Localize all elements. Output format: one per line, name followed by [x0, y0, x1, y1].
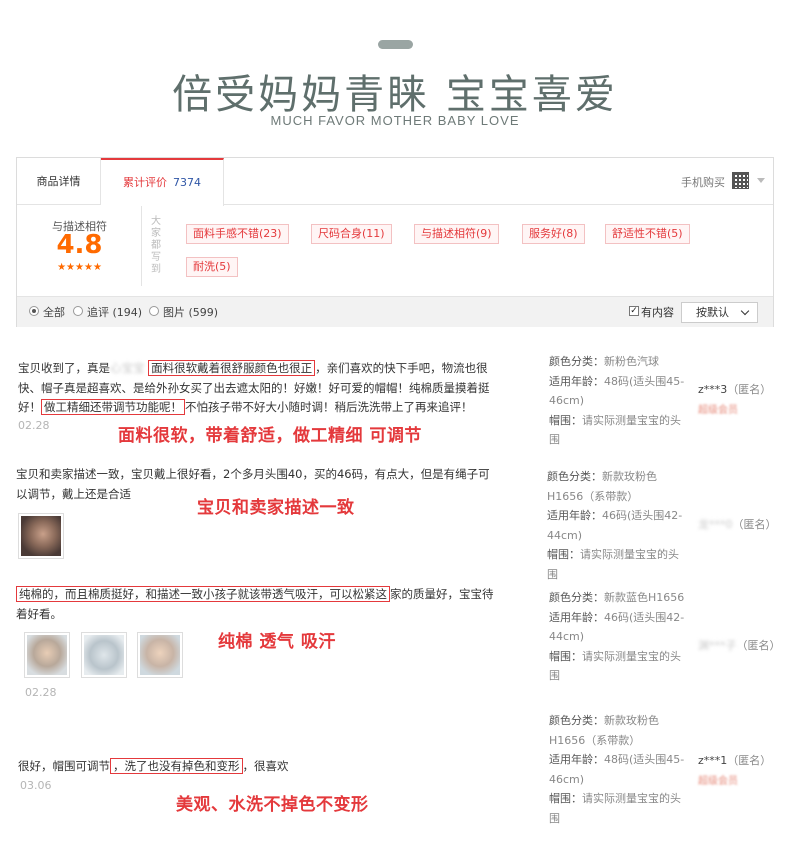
tab-reviews-count: 7374	[173, 176, 201, 189]
rating-summary: 与描述相符 4.8 ★★★★★	[17, 206, 142, 286]
tab-reviews-label: 累计评价	[123, 176, 167, 189]
hero-title: 倍受妈妈青睐 宝宝喜爱	[172, 72, 618, 118]
review-1-line-3: 好！ 做工精细还带调节功能呢！ 不怕孩子带不好大小随时调！稍后洗洗带上了再来追评！	[18, 399, 473, 415]
review-1-user: z***3（匿名）	[698, 383, 772, 396]
review-3-line-2: 着好看。	[16, 606, 62, 621]
radio-all[interactable]	[29, 306, 39, 316]
tag-fabric[interactable]: 面料手感不错(23)	[186, 224, 289, 244]
highlight-box: ，洗了也没有掉色和变形	[110, 758, 243, 774]
review-1-line-2: 快、帽子真是超喜欢、是给外孙女买了出去遮太阳的！好嫩！好可爱的帽帽！纯棉质量摸着…	[18, 380, 490, 395]
review-1-meta: 颜色分类：新粉色汽球 适用年龄：48码(适头围45-46cm) 帽围：请实际测量…	[549, 355, 685, 446]
review-4-text: 很好，帽围可调节 ，洗了也没有掉色和变形 ，很喜欢	[18, 757, 528, 777]
tab-product-details[interactable]: 商品详情	[17, 158, 101, 205]
has-content-checkbox[interactable]: ✓	[629, 306, 639, 316]
review-4-callout: 美观、水洗不掉色不变形	[176, 795, 369, 815]
radio-all-label: 全部	[43, 306, 65, 319]
review-2-meta: 颜色分类：新款玫粉色H1656（系带款） 适用年龄：46码(适头围42-44cm…	[547, 470, 683, 581]
blurred-username: 心宝宝	[110, 361, 145, 375]
review-4-meta: 颜色分类：新款玫粉色H1656（系带款） 适用年龄：48码(适头围45-46cm…	[549, 714, 685, 825]
has-content-label: 有内容	[641, 306, 674, 319]
sort-dropdown[interactable]: 按默认	[681, 302, 758, 323]
tab-bar: 商品详情 累计评价 7374 手机购买	[17, 158, 773, 206]
tag-service[interactable]: 服务好(8)	[522, 224, 585, 244]
review-4-line-1: 很好，帽围可调节 ，洗了也没有掉色和变形 ，很喜欢	[18, 758, 289, 774]
review-2-user: 龙***0（匿名）	[698, 518, 777, 531]
tag-size[interactable]: 尺码合身(11)	[311, 224, 392, 244]
tag-comfort[interactable]: 舒适性不错(5)	[605, 224, 690, 244]
review-1-callout: 面料很软，带着舒适，做工精细 可调节	[118, 426, 422, 446]
mobile-buy-link[interactable]: 手机购买	[681, 174, 725, 190]
highlight-box: 面料很软戴着很舒服颜色也很正	[148, 360, 316, 376]
sort-dropdown-label: 按默认	[696, 306, 729, 319]
review-1-line-1: 宝贝收到了，真是心宝宝 面料很软戴着很舒服颜色也很正 ，亲们喜欢的快下手吧，物流也…	[18, 360, 488, 376]
review-2-photo[interactable]	[18, 513, 64, 559]
tag-washable[interactable]: 耐洗(5)	[186, 257, 238, 277]
radio-followup-label: 追评 (194)	[87, 306, 143, 319]
tab-reviews[interactable]: 累计评价 7374	[101, 158, 224, 206]
tags-heading: 大家都写到	[151, 216, 161, 275]
review-2-callout: 宝贝和卖家描述一致	[197, 498, 355, 518]
review-3-text: 纯棉的，而且棉质挺好，和描述一致小孩子就该带透气吸汗，可以松紧这 家的质量好，宝宝…	[16, 585, 528, 624]
review-3-callout: 纯棉 透气 吸汗	[218, 632, 336, 652]
radio-images[interactable]	[149, 306, 159, 316]
decorative-pill	[378, 40, 413, 49]
review-4-vip-badge: 超级会员	[698, 776, 738, 787]
review-3-photo-3[interactable]	[137, 632, 183, 678]
review-3-date: 02.28	[25, 686, 57, 699]
radio-images-label: 图片 (599)	[163, 306, 219, 319]
tag-as-described[interactable]: 与描述相符(9)	[414, 224, 499, 244]
review-1-date: 02.28	[18, 419, 50, 432]
review-3-user: 渊***子（匿名）	[698, 639, 781, 652]
highlight-box: 纯棉的，而且棉质挺好，和描述一致小孩子就该带透气吸汗，可以松紧这	[16, 586, 390, 602]
review-2-line-1: 宝贝和卖家描述一致，宝贝戴上很好看，2个多月头围40，买的46码，有点大，但是有…	[16, 467, 490, 481]
radio-followup[interactable]	[73, 306, 83, 316]
review-4-user: z***1（匿名）	[698, 754, 772, 767]
caret-down-icon[interactable]	[757, 178, 765, 183]
chevron-down-icon	[740, 306, 750, 316]
review-4-date: 03.06	[20, 779, 52, 792]
review-1-vip-badge: 超级会员	[698, 405, 738, 416]
highlight-box: 做工精细还带调节功能呢！	[41, 399, 185, 415]
review-3-line-1: 纯棉的，而且棉质挺好，和描述一致小孩子就该带透气吸汗，可以松紧这 家的质量好，宝宝…	[16, 585, 528, 605]
review-3-photo-2[interactable]	[81, 632, 127, 678]
review-panel: 商品详情 累计评价 7374 手机购买 与描述相符 4.8 ★★★★★ 大家都写到…	[16, 157, 774, 327]
qr-code-icon[interactable]	[732, 172, 749, 189]
review-3-meta: 颜色分类：新款蓝色H1656 适用年龄：46码(适头围42-44cm) 帽围：请…	[549, 591, 685, 682]
rating-score: 4.8	[56, 230, 103, 260]
hero-subtitle: MUCH FAVOR MOTHER BABY LOVE	[270, 113, 520, 128]
review-1-text: 宝贝收到了，真是心宝宝 面料很软戴着很舒服颜色也很正 ，亲们喜欢的快下手吧，物流也…	[18, 359, 528, 418]
review-3-photo-1[interactable]	[24, 632, 70, 678]
rating-stars-icon: ★★★★★	[57, 262, 102, 273]
filter-bar: 全部 追评 (194) 图片 (599) ✓ 有内容 按默认	[17, 296, 773, 327]
